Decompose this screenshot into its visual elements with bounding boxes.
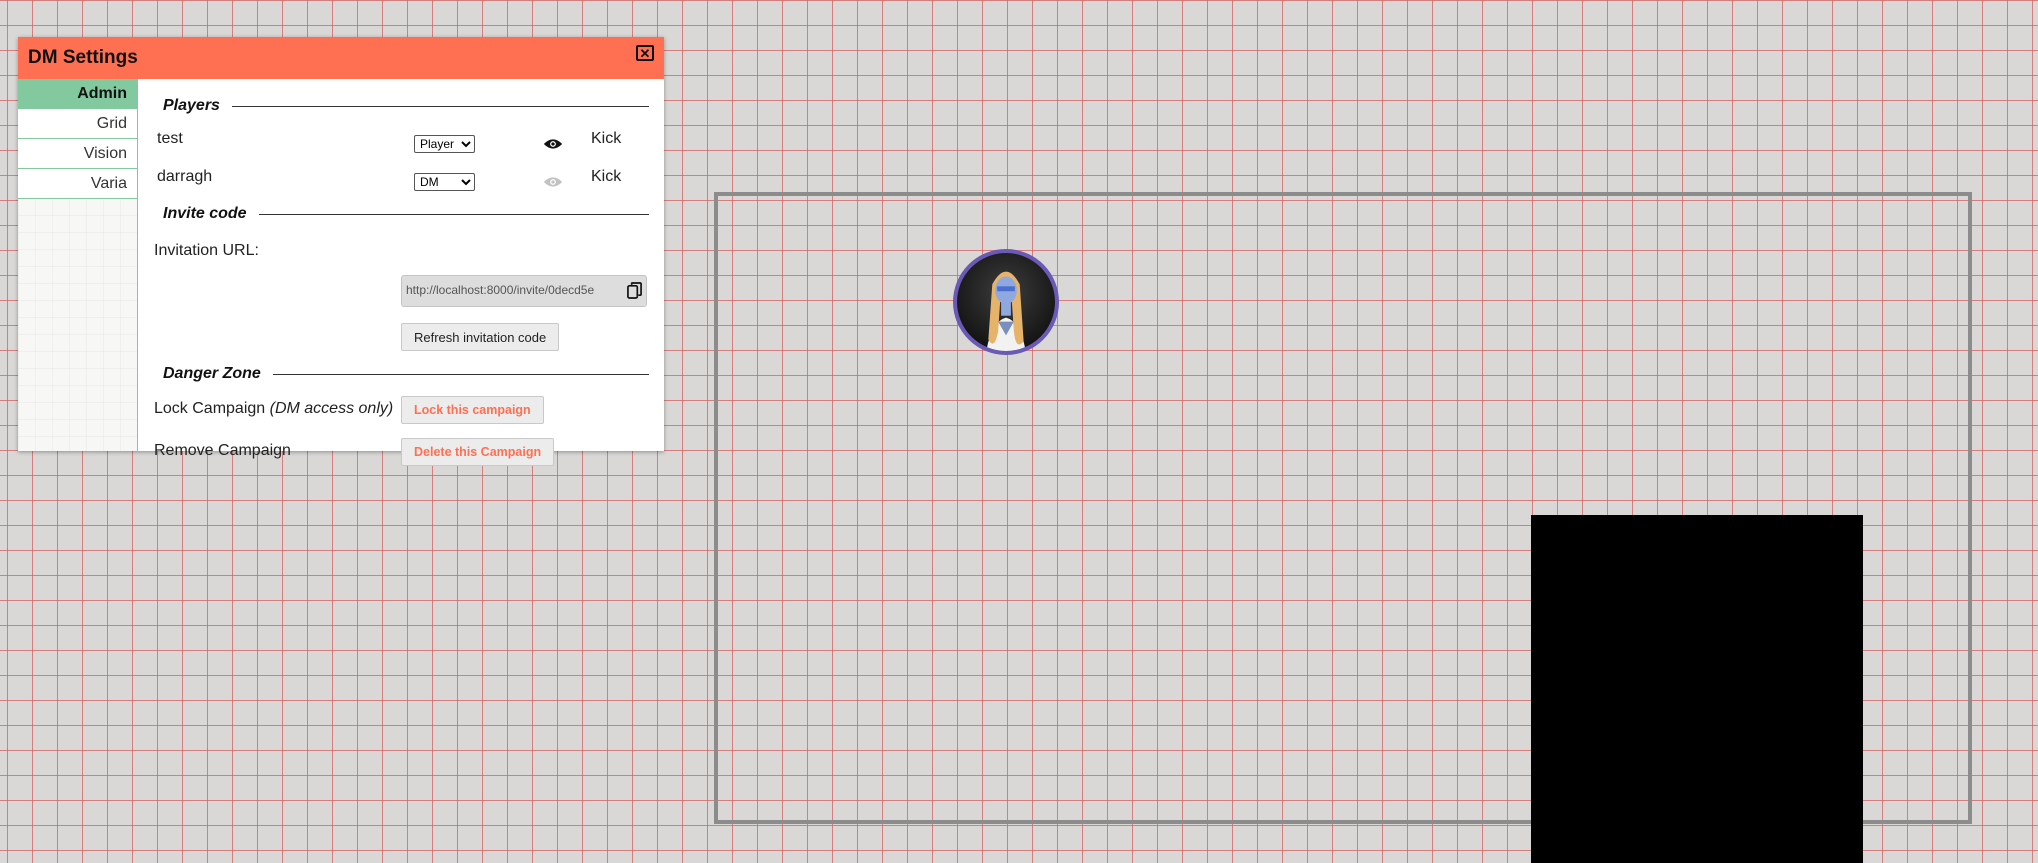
dialog-title: DM Settings: [28, 47, 138, 68]
heading-divider: [231, 105, 649, 107]
lock-campaign-note: (DM access only): [269, 400, 394, 417]
lock-campaign-text: Lock Campaign: [154, 400, 266, 417]
remove-campaign-label: Remove Campaign: [154, 442, 291, 459]
sidebar-item-admin[interactable]: Admin: [18, 79, 137, 109]
dm-settings-dialog: DM Settings ✕ Admin Grid Vision Varia Pl…: [18, 37, 664, 466]
character-token[interactable]: [953, 249, 1059, 355]
eye-icon[interactable]: [543, 137, 563, 151]
player-role-select[interactable]: DM: [414, 173, 475, 191]
kick-button[interactable]: Kick: [591, 168, 621, 186]
invite-heading: Invite code: [163, 205, 649, 223]
invitation-url-field: [401, 275, 647, 307]
invitation-url-label: Invitation URL:: [154, 242, 259, 259]
player-role-select[interactable]: Player: [414, 135, 475, 153]
player-name: darragh: [157, 168, 213, 185]
players-heading-label: Players: [163, 97, 220, 114]
heading-divider: [272, 373, 649, 375]
eye-icon[interactable]: [543, 175, 563, 189]
danger-zone-heading-label: Danger Zone: [163, 365, 261, 382]
character-portrait: [986, 271, 1026, 351]
dialog-header: DM Settings ✕: [18, 37, 664, 79]
heading-divider: [258, 213, 649, 215]
player-name: test: [157, 130, 183, 147]
invitation-url-input[interactable]: [406, 283, 619, 297]
lock-campaign-button[interactable]: Lock this campaign: [401, 396, 544, 424]
lock-campaign-label: Lock Campaign (DM access only): [154, 400, 393, 418]
delete-campaign-button[interactable]: Delete this Campaign: [401, 438, 555, 466]
invite-heading-label: Invite code: [163, 205, 247, 222]
fog-of-war-area: [1531, 515, 1863, 863]
danger-zone-heading: Danger Zone: [163, 365, 649, 383]
settings-sidebar: Admin Grid Vision Varia: [18, 79, 138, 451]
close-icon[interactable]: ✕: [636, 45, 654, 61]
admin-panel: Players test Player Kick darragh DM Kick…: [138, 79, 664, 466]
players-heading: Players: [163, 97, 649, 115]
sidebar-item-varia[interactable]: Varia: [18, 169, 137, 199]
sidebar-item-grid[interactable]: Grid: [18, 109, 137, 139]
kick-button[interactable]: Kick: [591, 130, 621, 148]
sidebar-item-vision[interactable]: Vision: [18, 139, 137, 169]
copy-icon[interactable]: [627, 282, 642, 299]
refresh-invitation-button[interactable]: Refresh invitation code: [401, 323, 560, 351]
